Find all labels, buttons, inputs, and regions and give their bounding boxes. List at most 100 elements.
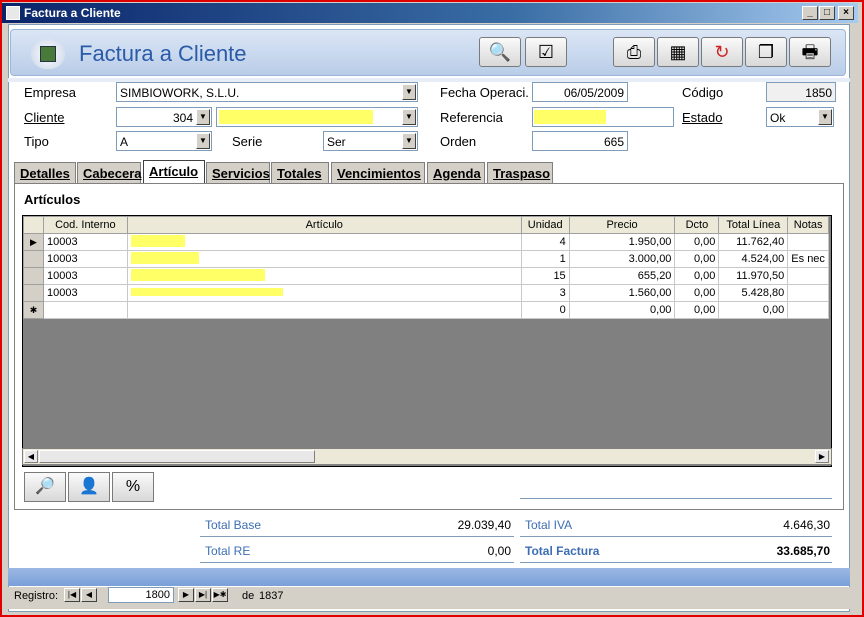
record-number-input[interactable]: 1800 xyxy=(108,587,174,603)
row-selector[interactable] xyxy=(23,284,44,302)
cell-notas[interactable] xyxy=(787,284,829,302)
chevron-down-icon[interactable]: ▼ xyxy=(402,109,416,125)
cell-cod[interactable]: 10003 xyxy=(42,250,128,268)
cell-unidad[interactable]: 15 xyxy=(520,267,570,285)
grid-icon[interactable]: ▦ xyxy=(657,37,699,67)
client-price-icon[interactable]: 👤 xyxy=(68,472,110,502)
estado-select[interactable]: Ok ▼ xyxy=(766,107,834,127)
column-header[interactable]: Total Línea xyxy=(718,216,789,234)
tipo-select[interactable]: A ▼ xyxy=(116,131,212,151)
column-header[interactable]: Artículo xyxy=(126,216,522,234)
empresa-select[interactable]: SIMBIOWORK, S.L.U. ▼ xyxy=(116,82,418,102)
row-selector[interactable] xyxy=(23,250,44,268)
column-header[interactable]: Dcto xyxy=(674,216,720,234)
chevron-down-icon[interactable]: ▼ xyxy=(402,133,416,149)
table-row[interactable]: ▶ 10003 4 1.950,00 0,00 11.762,40 xyxy=(23,233,829,251)
cell-dcto[interactable]: 0,00 xyxy=(674,233,720,251)
table-row[interactable]: 10003 1 3.000,00 0,00 4.524,00 Es nec xyxy=(23,250,829,268)
new-record-nav-icon[interactable]: ▶✱ xyxy=(212,588,228,602)
new-row[interactable]: ✱ 0 0,00 0,00 0,00 xyxy=(23,301,829,319)
tab-articulo[interactable]: Artículo xyxy=(143,160,205,184)
cell-cod[interactable] xyxy=(42,301,128,319)
cell-total[interactable]: 5.428,80 xyxy=(718,284,789,302)
cell-notas[interactable] xyxy=(787,233,829,251)
cell-total[interactable]: 11.970,50 xyxy=(718,267,789,285)
referencia-field[interactable] xyxy=(532,107,674,127)
cell-precio[interactable]: 1.950,00 xyxy=(568,233,676,251)
cell-notas[interactable] xyxy=(787,301,829,319)
scroll-right-icon[interactable]: ▶ xyxy=(815,450,829,463)
chevron-down-icon[interactable]: ▼ xyxy=(196,133,210,149)
find-article-icon[interactable]: 🔎 xyxy=(24,472,66,502)
table-row[interactable]: 10003 15 655,20 0,00 11.970,50 xyxy=(23,267,829,285)
cell-dcto[interactable]: 0,00 xyxy=(674,250,720,268)
new-record-icon[interactable]: ✱ xyxy=(23,301,44,319)
chevron-down-icon[interactable]: ▼ xyxy=(402,84,416,100)
cell-articulo[interactable] xyxy=(126,284,522,302)
horizontal-scrollbar[interactable]: ◀ ▶ xyxy=(22,448,832,465)
cell-cod[interactable]: 10003 xyxy=(42,267,128,285)
refresh-icon[interactable]: ↻ xyxy=(701,37,743,67)
print-icon[interactable]: 🖶 xyxy=(789,37,831,67)
cell-cod[interactable]: 10003 xyxy=(42,284,128,302)
tab-agenda[interactable]: Agenda xyxy=(427,162,485,183)
cell-precio[interactable]: 3.000,00 xyxy=(568,250,676,268)
current-row-arrow-icon[interactable]: ▶ xyxy=(23,233,44,251)
cell-dcto[interactable]: 0,00 xyxy=(674,284,720,302)
serie-select[interactable]: Ser ▼ xyxy=(323,131,418,151)
cell-total[interactable]: 4.524,00 xyxy=(718,250,789,268)
chevron-down-icon[interactable]: ▼ xyxy=(818,109,832,125)
cliente-name-select[interactable]: ▼ xyxy=(216,107,418,127)
discount-icon[interactable]: % xyxy=(112,472,154,502)
cell-total[interactable]: 11.762,40 xyxy=(718,233,789,251)
fecha-field[interactable]: 06/05/2009 xyxy=(532,82,628,102)
orden-field[interactable]: 665 xyxy=(532,131,628,151)
cell-articulo[interactable] xyxy=(126,250,522,268)
tab-totales[interactable]: Totales xyxy=(271,162,329,183)
scroll-left-icon[interactable]: ◀ xyxy=(24,450,38,463)
cell-articulo[interactable] xyxy=(126,301,522,319)
cell-articulo[interactable] xyxy=(126,233,522,251)
first-record-icon[interactable]: |◀ xyxy=(64,588,80,602)
close-button[interactable]: × xyxy=(838,6,854,20)
column-header[interactable]: Notas xyxy=(787,216,829,234)
maximize-button[interactable]: □ xyxy=(819,6,835,20)
column-header[interactable]: Unidad xyxy=(520,216,570,234)
tab-vencimientos[interactable]: Vencimientos xyxy=(331,162,425,183)
search-icon[interactable]: 🔍 xyxy=(479,37,521,67)
tab-detalles[interactable]: Detalles xyxy=(14,162,76,183)
copy-icon[interactable]: ❐ xyxy=(745,37,787,67)
cell-unidad[interactable]: 0 xyxy=(520,301,570,319)
column-header[interactable]: Cod. Interno xyxy=(42,216,128,234)
tab-cabecera[interactable]: Cabecera xyxy=(77,162,142,183)
cell-dcto[interactable]: 0,00 xyxy=(674,267,720,285)
cell-notas[interactable]: Es nec xyxy=(787,250,829,268)
row-selector[interactable] xyxy=(23,267,44,285)
tab-servicios[interactable]: Servicios xyxy=(206,162,270,183)
print-preview-icon[interactable]: ⎙ xyxy=(613,37,655,67)
cliente-code-select[interactable]: 304 ▼ xyxy=(116,107,212,127)
minimize-button[interactable]: _ xyxy=(802,6,818,20)
cell-total[interactable]: 0,00 xyxy=(718,301,789,319)
table-row[interactable]: 10003 3 1.560,00 0,00 5.428,80 xyxy=(23,284,829,302)
prev-record-icon[interactable]: ◀ xyxy=(81,588,97,602)
tab-traspaso[interactable]: Traspaso xyxy=(487,162,553,183)
cell-notas[interactable] xyxy=(787,267,829,285)
column-header[interactable]: Precio xyxy=(568,216,676,234)
last-record-icon[interactable]: ▶| xyxy=(195,588,211,602)
title-bar[interactable]: Factura a Cliente _ □ × xyxy=(2,3,858,23)
cell-unidad[interactable]: 3 xyxy=(520,284,570,302)
cell-unidad[interactable]: 4 xyxy=(520,233,570,251)
cell-dcto[interactable]: 0,00 xyxy=(674,301,720,319)
articles-grid[interactable]: Cod. Interno Artículo Unidad Precio Dcto… xyxy=(22,215,832,467)
scroll-thumb[interactable] xyxy=(39,450,315,463)
cell-precio[interactable]: 655,20 xyxy=(568,267,676,285)
chevron-down-icon[interactable]: ▼ xyxy=(196,109,210,125)
cell-unidad[interactable]: 1 xyxy=(520,250,570,268)
next-record-icon[interactable]: ▶ xyxy=(178,588,194,602)
cell-cod[interactable]: 10003 xyxy=(42,233,128,251)
cell-precio[interactable]: 1.560,00 xyxy=(568,284,676,302)
cell-precio[interactable]: 0,00 xyxy=(568,301,676,319)
cell-articulo[interactable] xyxy=(126,267,522,285)
approve-icon[interactable]: ☑ xyxy=(525,37,567,67)
